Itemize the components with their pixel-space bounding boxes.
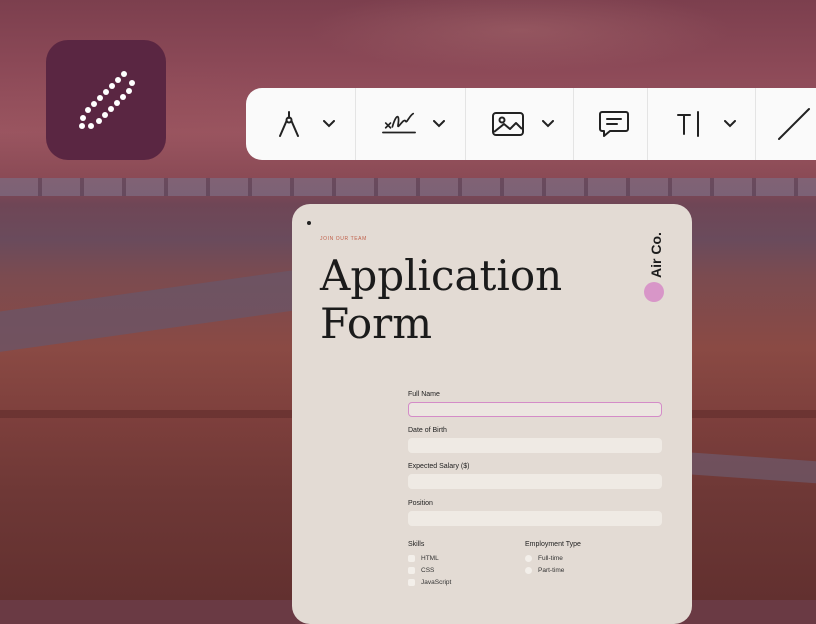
employment-option-full-time[interactable]: Full-time bbox=[525, 555, 563, 562]
radio-button[interactable] bbox=[525, 555, 532, 562]
full-name-label: Full Name bbox=[408, 391, 440, 398]
brand-dot bbox=[644, 282, 664, 302]
option-label: CSS bbox=[421, 567, 435, 574]
expected-salary-field[interactable] bbox=[408, 474, 662, 489]
pen-tool[interactable] bbox=[246, 88, 356, 160]
signature-tool[interactable] bbox=[356, 88, 466, 160]
option-label: Part-time bbox=[538, 567, 565, 574]
expected-salary-label: Expected Salary ($) bbox=[408, 463, 470, 470]
pen-nib-icon bbox=[271, 106, 307, 142]
radio-button[interactable] bbox=[525, 567, 532, 574]
dotted-pencil-icon bbox=[79, 71, 135, 129]
road-right bbox=[689, 452, 816, 486]
chevron-down-icon[interactable] bbox=[431, 116, 447, 132]
signature-icon bbox=[381, 106, 417, 142]
option-label: HTML bbox=[421, 555, 439, 562]
checkbox[interactable] bbox=[408, 579, 415, 586]
form-eyebrow: JOIN OUR TEAM bbox=[320, 236, 367, 242]
road bbox=[0, 267, 322, 357]
chevron-down-icon[interactable] bbox=[540, 116, 556, 132]
annotation-toolbar bbox=[246, 88, 816, 160]
image-icon bbox=[490, 106, 526, 142]
option-label: Full-time bbox=[538, 555, 563, 562]
brand-logo: Air Co. bbox=[646, 232, 666, 282]
text-tool[interactable] bbox=[648, 88, 756, 160]
line-tool[interactable] bbox=[756, 88, 816, 160]
chevron-down-icon[interactable] bbox=[722, 116, 738, 132]
form-title: Application Form bbox=[320, 251, 563, 348]
application-form-document: JOIN OUR TEAM Application Form Air Co. F… bbox=[292, 204, 692, 624]
position-label: Position bbox=[408, 500, 433, 507]
image-tool[interactable] bbox=[466, 88, 574, 160]
position-field[interactable] bbox=[408, 511, 662, 526]
checkbox[interactable] bbox=[408, 567, 415, 574]
date-of-birth-field[interactable] bbox=[408, 438, 662, 453]
full-name-field[interactable] bbox=[408, 402, 662, 417]
employment-option-part-time[interactable]: Part-time bbox=[525, 567, 564, 574]
option-label: JavaScript bbox=[421, 579, 452, 586]
comment-icon bbox=[596, 106, 632, 142]
skill-option-javascript[interactable]: JavaScript bbox=[408, 579, 451, 586]
comment-tool[interactable] bbox=[574, 88, 648, 160]
chevron-down-icon[interactable] bbox=[321, 116, 337, 132]
line-tool-icon bbox=[776, 106, 812, 142]
employment-type-label: Employment Type bbox=[525, 541, 581, 548]
text-tool-icon bbox=[672, 106, 708, 142]
brand-name: Air Co. bbox=[648, 232, 664, 278]
skill-option-html[interactable]: HTML bbox=[408, 555, 439, 562]
train bbox=[0, 178, 816, 196]
checkbox[interactable] bbox=[408, 555, 415, 562]
app-icon[interactable] bbox=[46, 40, 166, 160]
skills-label: Skills bbox=[408, 541, 425, 548]
date-of-birth-label: Date of Birth bbox=[408, 427, 447, 434]
bullet-dot bbox=[307, 221, 311, 225]
skill-option-css[interactable]: CSS bbox=[408, 567, 434, 574]
